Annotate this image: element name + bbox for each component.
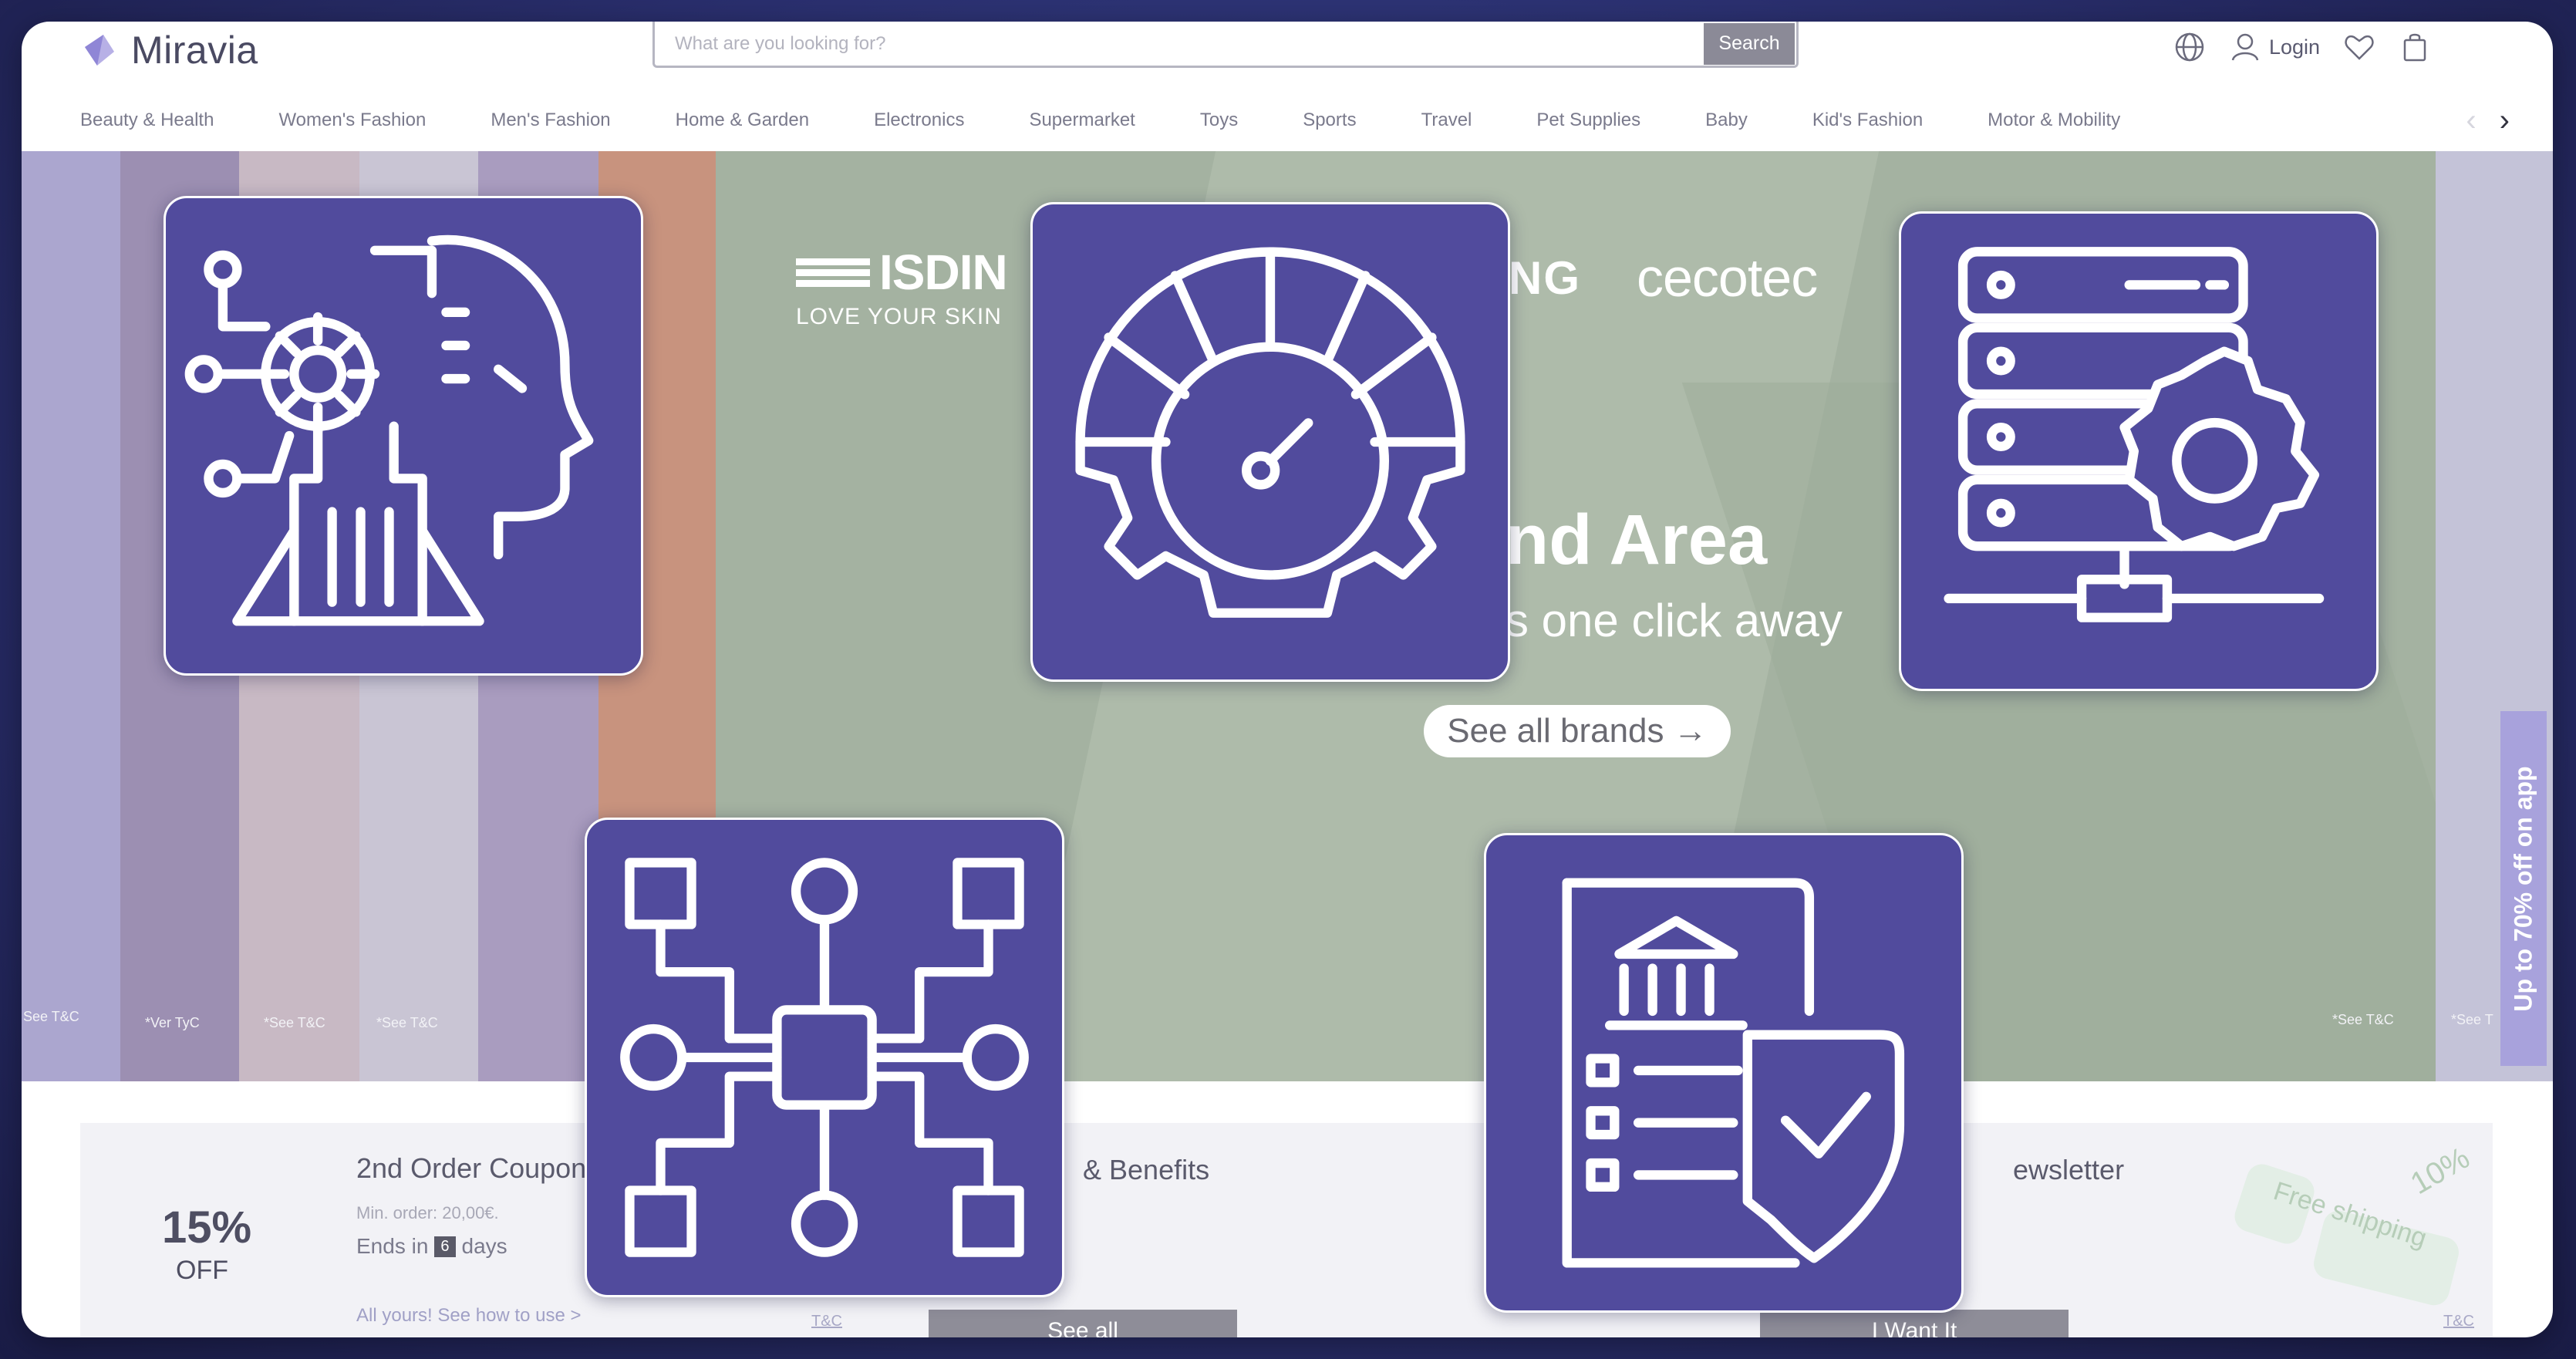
category-nav: Beauty & Health Women's Fashion Men's Fa…	[80, 103, 2510, 137]
logo-mark-icon	[85, 35, 114, 66]
hero-subtitle: s one click away	[1505, 595, 1843, 646]
category-arrows: ‹ ›	[2466, 103, 2510, 137]
search-input[interactable]	[655, 22, 1704, 66]
category-beauty-health[interactable]: Beauty & Health	[80, 110, 214, 131]
compliance-document-shield-icon	[1484, 833, 1964, 1313]
login-label: Login	[2269, 35, 2321, 59]
newsletter-subscribe-button[interactable]: I Want It	[1760, 1310, 2069, 1337]
hero-tc-label[interactable]: *See T&C	[264, 1015, 325, 1031]
hero-tc-label[interactable]: *Ver TyC	[145, 1015, 200, 1031]
app-promo-tab[interactable]: Up to 70% off on app	[2500, 711, 2547, 1066]
newsletter-title: ewsletter	[2013, 1154, 2125, 1185]
network-flowchart-icon	[585, 818, 1064, 1297]
category-mens-fashion[interactable]: Men's Fashion	[491, 110, 610, 131]
see-all-brands-button[interactable]: See all brands →	[1424, 705, 1731, 757]
hero-tc-label[interactable]: *See T&C	[376, 1015, 438, 1031]
server-settings-icon	[1899, 211, 2379, 691]
site-header: Miravia Search Login	[22, 22, 2553, 91]
chevron-left-icon[interactable]: ‹	[2466, 103, 2476, 137]
discount-deco: 10%	[2405, 1140, 2476, 1202]
category-pet-supplies[interactable]: Pet Supplies	[1536, 110, 1640, 131]
logo-text: Miravia	[131, 29, 258, 72]
hero-tc-label[interactable]: *See T	[2451, 1012, 2493, 1028]
ai-brain-circuit-icon	[164, 196, 643, 676]
see-all-benefits-button[interactable]: See all	[929, 1310, 1237, 1337]
chevron-right-icon[interactable]: ›	[2500, 103, 2510, 137]
coupon-expiry: Ends in 6 days	[356, 1234, 507, 1259]
category-sports[interactable]: Sports	[1303, 110, 1356, 131]
coupon-tc-link[interactable]: T&C	[811, 1313, 842, 1330]
coupon-min-order: Min. order: 20,00€.	[356, 1203, 499, 1222]
brand-logo-isdin[interactable]: ISDIN LOVE YOUR SKIN	[796, 244, 1008, 330]
coupon-days-count: 6	[434, 1236, 456, 1257]
brand-logo-cecotec[interactable]: cecotec	[1637, 247, 1818, 309]
category-kids-fashion[interactable]: Kid's Fashion	[1812, 110, 1923, 131]
category-home-garden[interactable]: Home & Garden	[676, 110, 809, 131]
hero-stripe	[22, 151, 120, 1081]
coupon-title: 2nd Order Coupon	[356, 1152, 587, 1184]
newsletter-tc-link[interactable]: T&C	[2443, 1313, 2474, 1330]
site-logo[interactable]: Miravia	[80, 28, 258, 73]
coupon-ends-suffix: days	[461, 1234, 507, 1258]
header-actions: Login	[2173, 29, 2431, 65]
category-womens-fashion[interactable]: Women's Fashion	[278, 110, 426, 131]
hero-tc-label[interactable]: See T&C	[23, 1009, 79, 1025]
brand-isdin-tagline: LOVE YOUR SKIN	[796, 304, 1002, 329]
category-travel[interactable]: Travel	[1421, 110, 1472, 131]
benefits-title: & Benefits	[1083, 1154, 1210, 1185]
hero-tc-label[interactable]: *See T&C	[2332, 1012, 2394, 1028]
globe-icon[interactable]	[2173, 31, 2206, 63]
category-supermarket[interactable]: Supermarket	[1029, 110, 1135, 131]
category-toys[interactable]: Toys	[1200, 110, 1238, 131]
category-baby[interactable]: Baby	[1705, 110, 1748, 131]
app-promo-label: Up to 70% off on app	[2509, 765, 2537, 1012]
category-motor-mobility[interactable]: Motor & Mobility	[1988, 110, 2120, 131]
search-button[interactable]: Search	[1704, 22, 1795, 65]
brand-isdin-name: ISDIN	[879, 244, 1008, 300]
heart-icon[interactable]	[2343, 31, 2375, 63]
brand-logo-partial[interactable]: NG	[1509, 251, 1581, 305]
promo-cards-row: 15% OFF 2nd Order Coupon Min. order: 20,…	[80, 1123, 2493, 1337]
user-icon	[2231, 33, 2259, 61]
coupon-percent: 15%	[162, 1202, 252, 1253]
coupon-off-label: OFF	[176, 1256, 228, 1285]
coupon-how-to-link[interactable]: All yours! See how to use >	[356, 1305, 582, 1327]
search-bar: Search	[652, 22, 1799, 68]
bag-icon[interactable]	[2399, 31, 2431, 63]
performance-gauge-gear-icon	[1030, 202, 1510, 682]
coupon-ends-prefix: Ends in	[356, 1234, 429, 1258]
category-electronics[interactable]: Electronics	[874, 110, 964, 131]
hero-title: nd Area	[1505, 501, 1768, 579]
login-link[interactable]: Login	[2229, 31, 2320, 63]
